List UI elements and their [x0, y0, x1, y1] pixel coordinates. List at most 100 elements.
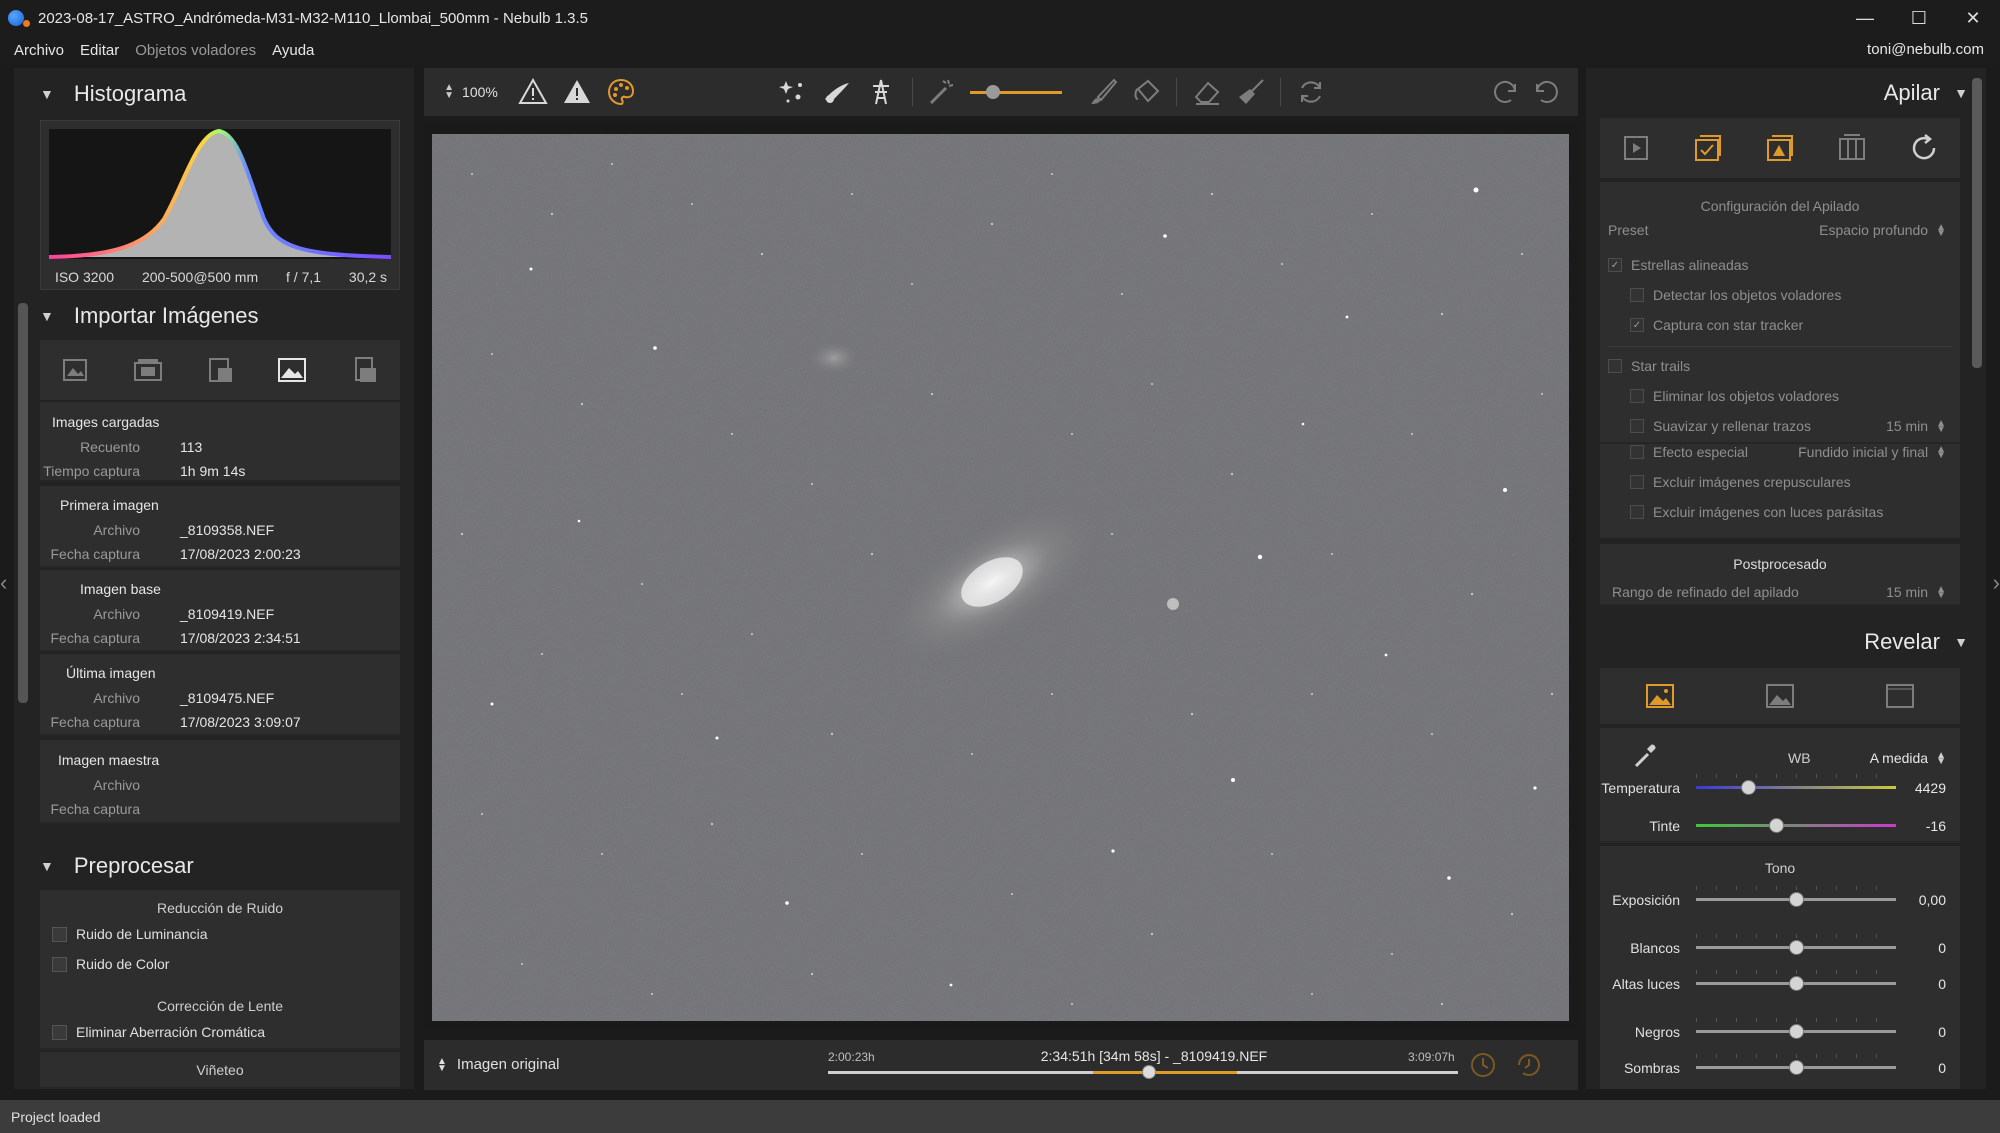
shadows-track[interactable] [1696, 1060, 1896, 1075]
import-folder-button[interactable] [129, 351, 167, 389]
close-button[interactable]: ✕ [1946, 0, 2000, 36]
star-tracker-option[interactable]: ✓ Captura con star tracker [1630, 317, 1803, 333]
luminance-checkbox[interactable] [52, 926, 67, 942]
view-mode-spinner-icon[interactable]: ▲ ▼ [437, 1057, 447, 1074]
redo-button[interactable] [1488, 76, 1522, 108]
minimize-button[interactable]: — [1838, 0, 1892, 36]
collapse-triangle-icon[interactable]: ▼ [1954, 85, 1968, 101]
blacks-track[interactable] [1696, 1024, 1896, 1039]
brush-button[interactable] [1086, 76, 1120, 108]
exclude-twilight-checkbox[interactable] [1630, 475, 1644, 489]
temperature-knob[interactable] [1741, 780, 1756, 795]
star-trails-checkbox[interactable] [1608, 359, 1622, 373]
luminance-noise-option[interactable]: Ruido de Luminancia [52, 926, 208, 942]
import-header[interactable]: ▼ Importar Imágenes [14, 296, 414, 336]
user-account[interactable]: toni@nebulb.com [1867, 41, 1984, 58]
collapse-left-panel-icon[interactable]: ‹ [0, 570, 7, 596]
aligned-checkbox[interactable]: ✓ [1608, 258, 1622, 272]
menu-objetos-voladores[interactable]: Objetos voladores [135, 42, 256, 59]
chromatic-checkbox[interactable] [52, 1024, 67, 1040]
color-noise-checkbox[interactable] [52, 956, 67, 972]
warning-outline-button[interactable] [516, 76, 550, 108]
import-images-button[interactable] [57, 351, 95, 389]
collapse-triangle-icon[interactable]: ▼ [40, 858, 54, 874]
develop-frame-button[interactable] [1881, 677, 1919, 715]
astro-image[interactable] [432, 134, 1569, 1021]
tower-button[interactable] [864, 76, 898, 108]
maximize-button[interactable]: ☐ [1892, 0, 1946, 36]
remove-flying-checkbox[interactable] [1630, 389, 1644, 403]
menu-ayuda[interactable]: Ayuda [272, 42, 314, 59]
effect-spinner-icon[interactable]: ▲ ▼ [1936, 445, 1946, 461]
whites-knob[interactable] [1789, 940, 1804, 955]
right-scrollbar[interactable] [1972, 78, 1982, 368]
clock-back-button[interactable] [1468, 1050, 1498, 1080]
highlights-track[interactable] [1696, 976, 1896, 991]
blacks-knob[interactable] [1789, 1024, 1804, 1039]
master-image-button[interactable] [345, 351, 383, 389]
preset-spinner-icon[interactable]: ▲ ▼ [1936, 223, 1946, 239]
refresh-button[interactable] [1294, 76, 1328, 108]
tint-knob[interactable] [1769, 818, 1784, 833]
view-mode-selector[interactable]: ▲ ▼ Imagen original [437, 1056, 559, 1074]
stack-master-button[interactable] [1761, 129, 1799, 167]
base-image-button[interactable] [273, 351, 311, 389]
left-scrollbar[interactable] [18, 303, 28, 703]
smooth-spinner-icon[interactable]: ▲ ▼ [1936, 419, 1946, 435]
develop-landscape-button[interactable] [1761, 677, 1799, 715]
color-noise-option[interactable]: Ruido de Color [52, 956, 169, 972]
stars-button[interactable] [776, 76, 810, 108]
temperature-track[interactable] [1696, 780, 1896, 795]
effect-checkbox[interactable] [1630, 445, 1644, 459]
whites-track[interactable] [1696, 940, 1896, 955]
stack-aligned-button[interactable] [1689, 129, 1727, 167]
effect-option[interactable]: Efecto especial [1630, 444, 1748, 460]
timeline-track[interactable] [828, 1065, 1458, 1079]
magic-wand-button[interactable] [924, 76, 958, 108]
smooth-select[interactable]: 15 min ▲ ▼ [1886, 418, 1946, 435]
zoom-spinner-icon[interactable]: ▲ ▼ [444, 83, 454, 101]
develop-header[interactable]: Revelar ▼ [1586, 623, 1986, 663]
exposure-track[interactable] [1696, 892, 1896, 907]
remove-flying-option[interactable]: Eliminar los objetos voladores [1630, 388, 1839, 404]
menu-archivo[interactable]: Archivo [14, 42, 64, 59]
star-tracker-checkbox[interactable]: ✓ [1630, 318, 1644, 332]
play-button[interactable] [1617, 129, 1655, 167]
brush-size-slider[interactable] [968, 76, 1064, 108]
clock-forward-button[interactable] [1514, 1050, 1544, 1080]
exclude-stray-checkbox[interactable] [1630, 505, 1644, 519]
preset-select[interactable]: Espacio profundo ▲ ▼ [1819, 222, 1946, 239]
comet-button[interactable] [820, 76, 854, 108]
brush-slider-track[interactable] [970, 84, 1062, 99]
highlights-knob[interactable] [1789, 976, 1804, 991]
exclude-stray-option[interactable]: Excluir imágenes con luces parásitas [1630, 504, 1883, 520]
timeline-knob[interactable] [1142, 1065, 1157, 1079]
exposure-knob[interactable] [1789, 892, 1804, 907]
wb-select[interactable]: A medida ▲ ▼ [1870, 750, 1946, 767]
stack-columns-button[interactable] [1833, 129, 1871, 167]
shadows-knob[interactable] [1789, 1060, 1804, 1075]
collapse-triangle-icon[interactable]: ▼ [1954, 634, 1968, 650]
detect-flying-checkbox[interactable] [1630, 288, 1644, 302]
palette-button[interactable] [604, 76, 638, 108]
fill-button[interactable] [1130, 76, 1164, 108]
warning-filled-button[interactable] [560, 76, 594, 108]
stack-header[interactable]: Apilar ▼ [1586, 74, 1986, 114]
exclude-twilight-option[interactable]: Excluir imágenes crepusculares [1630, 474, 1851, 490]
effect-select[interactable]: Fundido inicial y final ▲ ▼ [1798, 444, 1946, 461]
reset-button[interactable] [1905, 129, 1943, 167]
refine-select[interactable]: 15 min ▲ ▼ [1886, 584, 1946, 601]
collapse-right-panel-icon[interactable]: › [1993, 570, 2000, 596]
histogram-header[interactable]: ▼ Histograma [14, 74, 414, 114]
star-trails-option[interactable]: Star trails [1608, 358, 1690, 374]
collapse-triangle-icon[interactable]: ▼ [40, 86, 54, 102]
menu-editar[interactable]: Editar [80, 42, 119, 59]
eraser-button[interactable] [1190, 76, 1224, 108]
undo-button[interactable] [1530, 76, 1564, 108]
aligned-option[interactable]: ✓ Estrellas alineadas [1608, 257, 1749, 273]
collapse-triangle-icon[interactable]: ▼ [40, 308, 54, 324]
eyedropper-button[interactable] [1630, 740, 1660, 770]
smooth-checkbox[interactable] [1630, 419, 1644, 433]
develop-image-button[interactable] [1641, 677, 1679, 715]
broom-button[interactable] [1234, 76, 1268, 108]
